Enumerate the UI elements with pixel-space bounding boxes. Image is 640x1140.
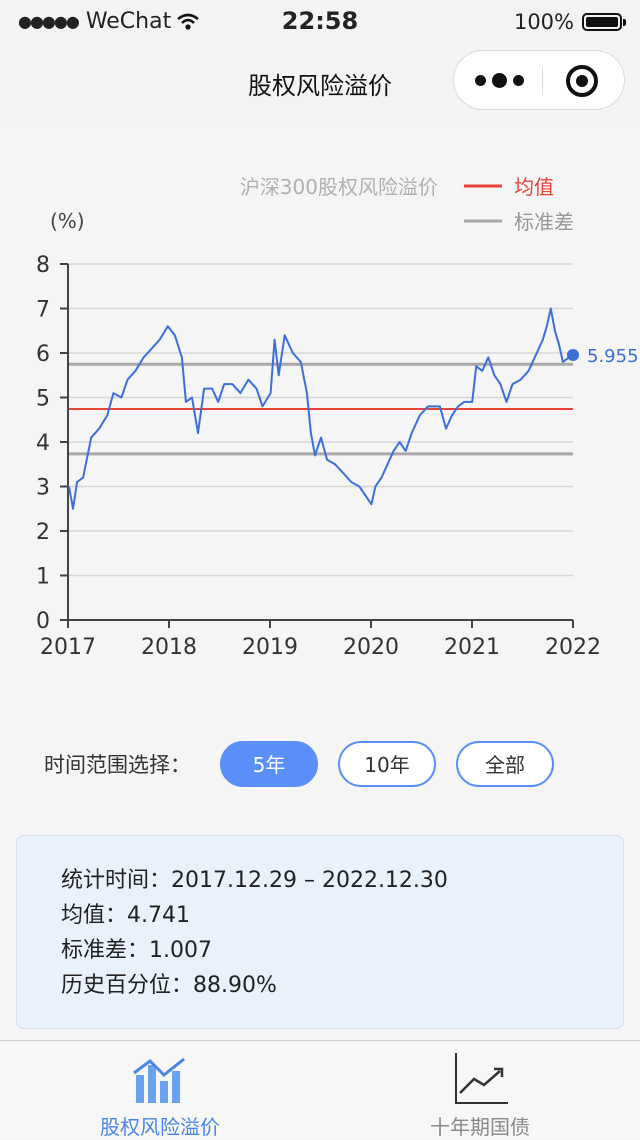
tab-treasury[interactable]: 十年期国债 (320, 1041, 640, 1139)
y-tick-label: 2 (36, 520, 50, 545)
legend-std-label: 标准差 (514, 210, 574, 234)
x-tick-label: 2017 (40, 635, 96, 660)
tab-label-risk-premium: 股权风险溢价 (100, 1115, 220, 1139)
range-button-5y[interactable]: 5年 (220, 741, 318, 787)
y-axis-unit: (%) (50, 209, 85, 233)
last-point-marker (567, 349, 579, 362)
x-tick-label: 2020 (343, 635, 399, 660)
legend-mean-label: 均值 (514, 175, 554, 199)
mini-program-capsule (453, 50, 625, 110)
trend-chart-icon (455, 1053, 508, 1104)
nav-bar: 股权风险溢价 (0, 44, 640, 128)
range-button-10y[interactable]: 10年 (338, 741, 436, 787)
chart-area: 5.955 沪深300股权风险溢价 均值 标准差 (%) 0 1 2 3 4 5 6 7 8 20… (0, 128, 640, 688)
tab-label-treasury: 十年期国债 (430, 1115, 530, 1139)
more-icon[interactable] (474, 65, 524, 95)
risk-premium-chart[interactable]: 5.955 沪深300股权风险溢价 均值 标准差 (%) 0 1 2 3 4 5 6 7 8 20… (0, 128, 640, 688)
stat-percentile: 历史百分位：88.90% (61, 973, 277, 998)
range-button-all[interactable]: 全部 (456, 741, 554, 787)
range-label: 时间范围选择： (44, 753, 191, 777)
battery-icon (582, 13, 626, 31)
stat-period: 统计时间：2017.12.29 – 2022.12.30 (61, 868, 448, 893)
tab-bar: 股权风险溢价 十年期国债 (0, 1040, 640, 1139)
y-tick-label: 8 (36, 253, 50, 278)
close-icon[interactable] (566, 65, 598, 97)
y-tick-label: 4 (36, 431, 50, 456)
x-tick-label: 2018 (141, 635, 197, 660)
last-value-label: 5.955 (587, 346, 639, 367)
y-tick-label: 6 (36, 342, 50, 367)
stats-panel: 统计时间：2017.12.29 – 2022.12.30 均值：4.741 标准… (16, 835, 624, 1029)
y-tick-label: 0 (36, 609, 50, 634)
y-tick-label: 7 (36, 298, 50, 323)
bar-chart-icon (133, 1057, 185, 1103)
tab-risk-premium[interactable]: 股权风险溢价 (0, 1041, 320, 1139)
y-tick-label: 5 (36, 387, 50, 412)
y-tick-label: 1 (36, 565, 50, 590)
x-tick-label: 2021 (444, 635, 500, 660)
stat-std: 标准差：1.007 (61, 938, 212, 963)
x-tick-label: 2019 (242, 635, 298, 660)
capsule-divider (542, 67, 543, 95)
stat-mean: 均值：4.741 (61, 903, 190, 928)
battery-percent: 100% (513, 10, 574, 34)
y-tick-label: 3 (36, 476, 50, 501)
chart-title: 沪深300股权风险溢价 (240, 175, 438, 199)
time-range-selector: 时间范围选择： 5年 10年 全部 (0, 735, 640, 795)
status-bar: ●●●●● WeChat 22:58 100% (0, 0, 640, 44)
x-tick-label: 2022 (545, 635, 601, 660)
battery-area: 100% (513, 8, 626, 36)
